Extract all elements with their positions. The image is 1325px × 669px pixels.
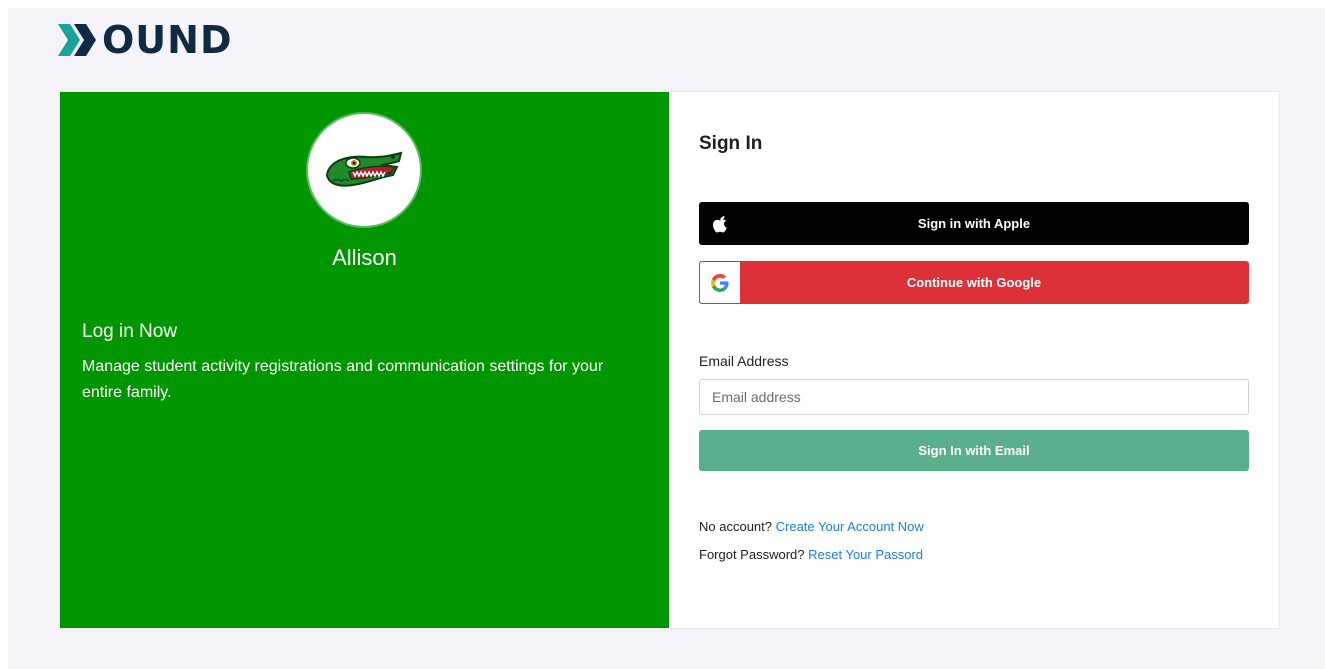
panel-heading: Log in Now <box>82 321 178 342</box>
email-field-label: Email Address <box>699 353 789 369</box>
chevron-logo-icon <box>58 24 96 56</box>
apple-button-label: Sign in with Apple <box>917 216 1031 231</box>
org-info-panel: Allison Log in Now Manage student activi… <box>60 92 669 628</box>
forgot-password-text: Forgot Password? <box>699 547 805 562</box>
reset-password-link[interactable]: Reset Your Passord <box>808 547 923 562</box>
panel-description: Manage student activity registrations an… <box>82 358 604 401</box>
email-input[interactable] <box>699 379 1249 415</box>
google-icon-box <box>699 261 741 304</box>
google-button-label: Continue with Google <box>906 275 1042 290</box>
sign-in-with-apple-button[interactable]: Sign in with Apple <box>699 202 1249 245</box>
create-account-link[interactable]: Create Your Account Now <box>776 519 924 534</box>
signin-title: Sign In <box>699 133 763 154</box>
login-card: Allison Log in Now Manage student activi… <box>59 91 1280 629</box>
sign-in-with-email-button[interactable]: Sign In with Email <box>699 430 1249 471</box>
apple-icon-box <box>699 202 741 245</box>
brand-wordmark: OUND <box>102 18 233 62</box>
page-background: OUND Allison Log in Now Manage student a… <box>8 8 1325 669</box>
forgot-password-line: Forgot Password? Reset Your Passord <box>699 546 923 564</box>
apple-icon <box>713 215 727 232</box>
continue-with-google-button[interactable]: Continue with Google <box>699 261 1249 304</box>
org-avatar <box>308 114 420 226</box>
google-icon <box>711 273 729 292</box>
no-account-text: No account? <box>699 519 772 534</box>
no-account-line: No account? Create Your Account Now <box>699 518 924 536</box>
email-button-label: Sign In with Email <box>918 443 1030 458</box>
signin-panel: Sign In Sign in with Apple Continue with… <box>669 92 1279 628</box>
org-name: Allison <box>332 245 397 270</box>
brand-logo[interactable]: OUND <box>58 20 233 60</box>
alligator-mascot-icon <box>325 151 403 187</box>
